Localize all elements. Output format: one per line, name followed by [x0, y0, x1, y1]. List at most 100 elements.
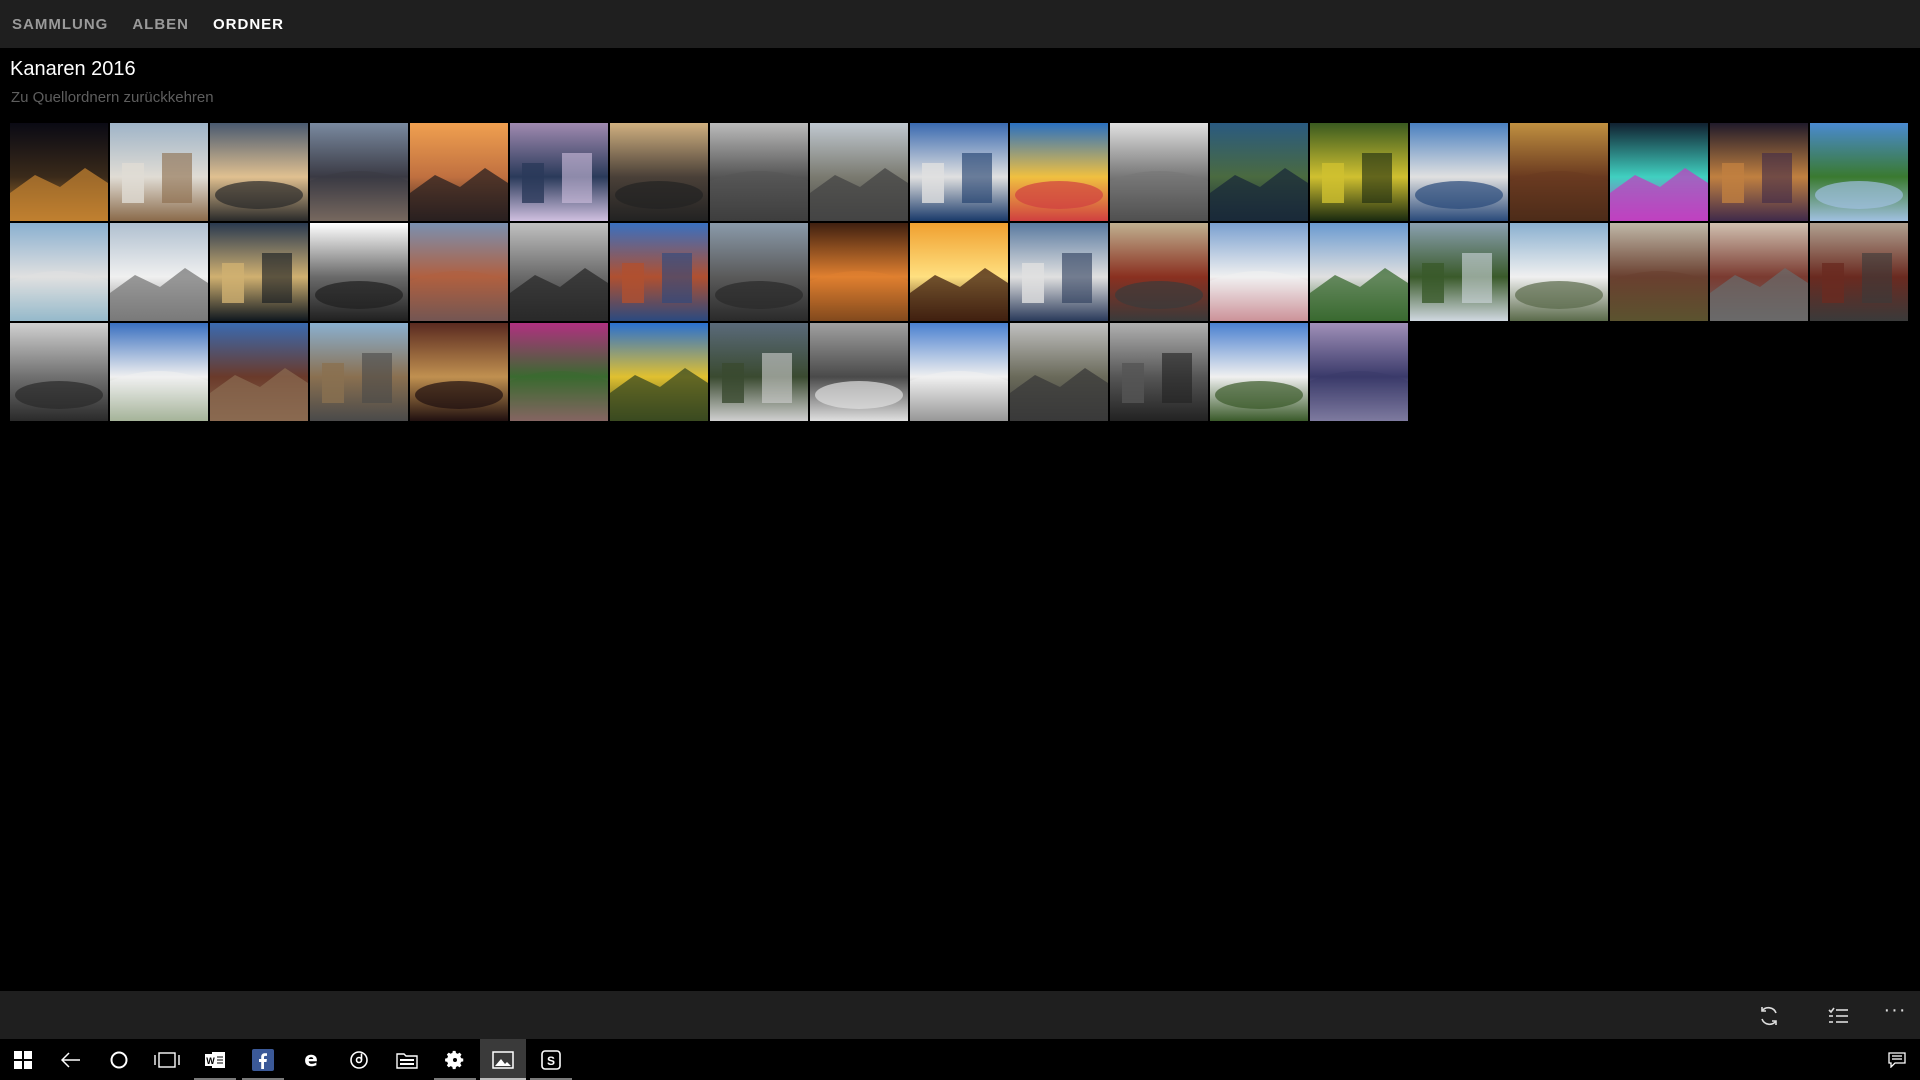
photo-thumbnail[interactable] — [410, 223, 508, 321]
photo-thumbnail[interactable] — [1510, 123, 1608, 221]
photo-image — [410, 223, 508, 321]
photo-thumbnail[interactable] — [610, 123, 708, 221]
photo-image — [10, 223, 108, 321]
photo-thumbnail[interactable] — [610, 223, 708, 321]
photo-image — [1310, 323, 1408, 421]
photo-image — [1510, 123, 1608, 221]
photo-image — [1010, 123, 1108, 221]
photo-thumbnail[interactable] — [210, 223, 308, 321]
photo-thumbnail[interactable] — [1210, 323, 1308, 421]
photo-image — [1110, 323, 1208, 421]
photo-thumbnail[interactable] — [910, 323, 1008, 421]
photo-thumbnail[interactable] — [1210, 123, 1308, 221]
photo-image — [1410, 123, 1508, 221]
photo-image — [10, 323, 108, 421]
photo-thumbnail[interactable] — [310, 223, 408, 321]
photo-thumbnail[interactable] — [1410, 123, 1508, 221]
photo-thumbnail[interactable] — [110, 123, 208, 221]
svg-text:e: e — [304, 1050, 318, 1070]
photo-thumbnail[interactable] — [10, 123, 108, 221]
photo-image — [1210, 123, 1308, 221]
pivot-navigation: SAMMLUNG ALBEN ORDNER — [0, 0, 1920, 48]
photo-image — [1410, 223, 1508, 321]
photo-thumbnail[interactable] — [1410, 223, 1508, 321]
refresh-icon[interactable] — [1756, 1003, 1782, 1029]
photo-image — [910, 323, 1008, 421]
photo-thumbnail[interactable] — [410, 323, 508, 421]
photo-image — [1710, 123, 1808, 221]
photo-thumbnail[interactable] — [1810, 223, 1908, 321]
photo-image — [1210, 223, 1308, 321]
photo-thumbnail[interactable] — [510, 123, 608, 221]
action-center-icon[interactable] — [1874, 1039, 1920, 1080]
facebook-icon[interactable] — [240, 1039, 286, 1080]
photo-thumbnail[interactable] — [1110, 123, 1208, 221]
photo-thumbnail[interactable] — [1710, 123, 1808, 221]
photo-image — [410, 123, 508, 221]
photo-thumbnail[interactable] — [610, 323, 708, 421]
photo-image — [1810, 223, 1908, 321]
word-icon[interactable]: W — [192, 1039, 238, 1080]
photo-grid — [10, 123, 1908, 421]
photo-thumbnail[interactable] — [310, 323, 408, 421]
photo-thumbnail[interactable] — [710, 123, 808, 221]
photo-thumbnail[interactable] — [1810, 123, 1908, 221]
back-arrow-icon[interactable] — [48, 1039, 94, 1080]
nav-tab-albums[interactable]: ALBEN — [132, 16, 189, 33]
photo-thumbnail[interactable] — [1610, 123, 1708, 221]
photo-thumbnail[interactable] — [310, 123, 408, 221]
file-explorer-icon[interactable] — [384, 1039, 430, 1080]
svg-text:W: W — [206, 1056, 215, 1066]
photo-thumbnail[interactable] — [1610, 223, 1708, 321]
photo-thumbnail[interactable] — [1110, 323, 1208, 421]
skype-icon[interactable]: S — [528, 1039, 574, 1080]
photo-image — [1010, 223, 1108, 321]
photo-thumbnail[interactable] — [1010, 123, 1108, 221]
photo-thumbnail[interactable] — [1710, 223, 1808, 321]
photo-image — [1310, 123, 1408, 221]
svg-text:S: S — [547, 1054, 555, 1068]
photo-thumbnail[interactable] — [210, 323, 308, 421]
photo-thumbnail[interactable] — [1110, 223, 1208, 321]
photo-thumbnail[interactable] — [510, 323, 608, 421]
back-to-source-folders-link[interactable]: Zu Quellordnern zurückkehren — [11, 89, 214, 106]
cortana-icon[interactable] — [96, 1039, 142, 1080]
photos-icon[interactable] — [480, 1039, 526, 1080]
photo-thumbnail[interactable] — [810, 323, 908, 421]
photo-thumbnail[interactable] — [810, 123, 908, 221]
photo-thumbnail[interactable] — [10, 323, 108, 421]
photo-thumbnail[interactable] — [1310, 223, 1408, 321]
photo-thumbnail[interactable] — [810, 223, 908, 321]
photo-thumbnail[interactable] — [210, 123, 308, 221]
windows-start-icon[interactable] — [0, 1039, 46, 1080]
edge-icon[interactable]: e — [288, 1039, 334, 1080]
photo-thumbnail[interactable] — [10, 223, 108, 321]
photo-thumbnail[interactable] — [510, 223, 608, 321]
photo-thumbnail[interactable] — [110, 223, 208, 321]
nav-tab-collection[interactable]: SAMMLUNG — [12, 16, 108, 33]
photo-thumbnail[interactable] — [910, 223, 1008, 321]
nav-tab-folders[interactable]: ORDNER — [213, 16, 284, 33]
photo-thumbnail[interactable] — [1010, 223, 1108, 321]
select-icon[interactable] — [1825, 1003, 1851, 1029]
photo-thumbnail[interactable] — [1310, 323, 1408, 421]
settings-icon[interactable] — [432, 1039, 478, 1080]
photo-thumbnail[interactable] — [1210, 223, 1308, 321]
photo-image — [1610, 123, 1708, 221]
photo-thumbnail[interactable] — [710, 223, 808, 321]
groove-icon[interactable] — [336, 1039, 382, 1080]
photo-thumbnail[interactable] — [110, 323, 208, 421]
photo-thumbnail[interactable] — [910, 123, 1008, 221]
photo-thumbnail[interactable] — [710, 323, 808, 421]
photo-image — [1510, 223, 1608, 321]
more-icon[interactable]: ··· — [1882, 997, 1908, 1023]
photo-image — [110, 323, 208, 421]
photo-image — [510, 323, 608, 421]
photo-thumbnail[interactable] — [1010, 323, 1108, 421]
command-bar: ··· — [0, 991, 1920, 1039]
task-view-icon[interactable] — [144, 1039, 190, 1080]
photo-thumbnail[interactable] — [1310, 123, 1408, 221]
photo-thumbnail[interactable] — [1510, 223, 1608, 321]
photo-image — [110, 123, 208, 221]
photo-thumbnail[interactable] — [410, 123, 508, 221]
